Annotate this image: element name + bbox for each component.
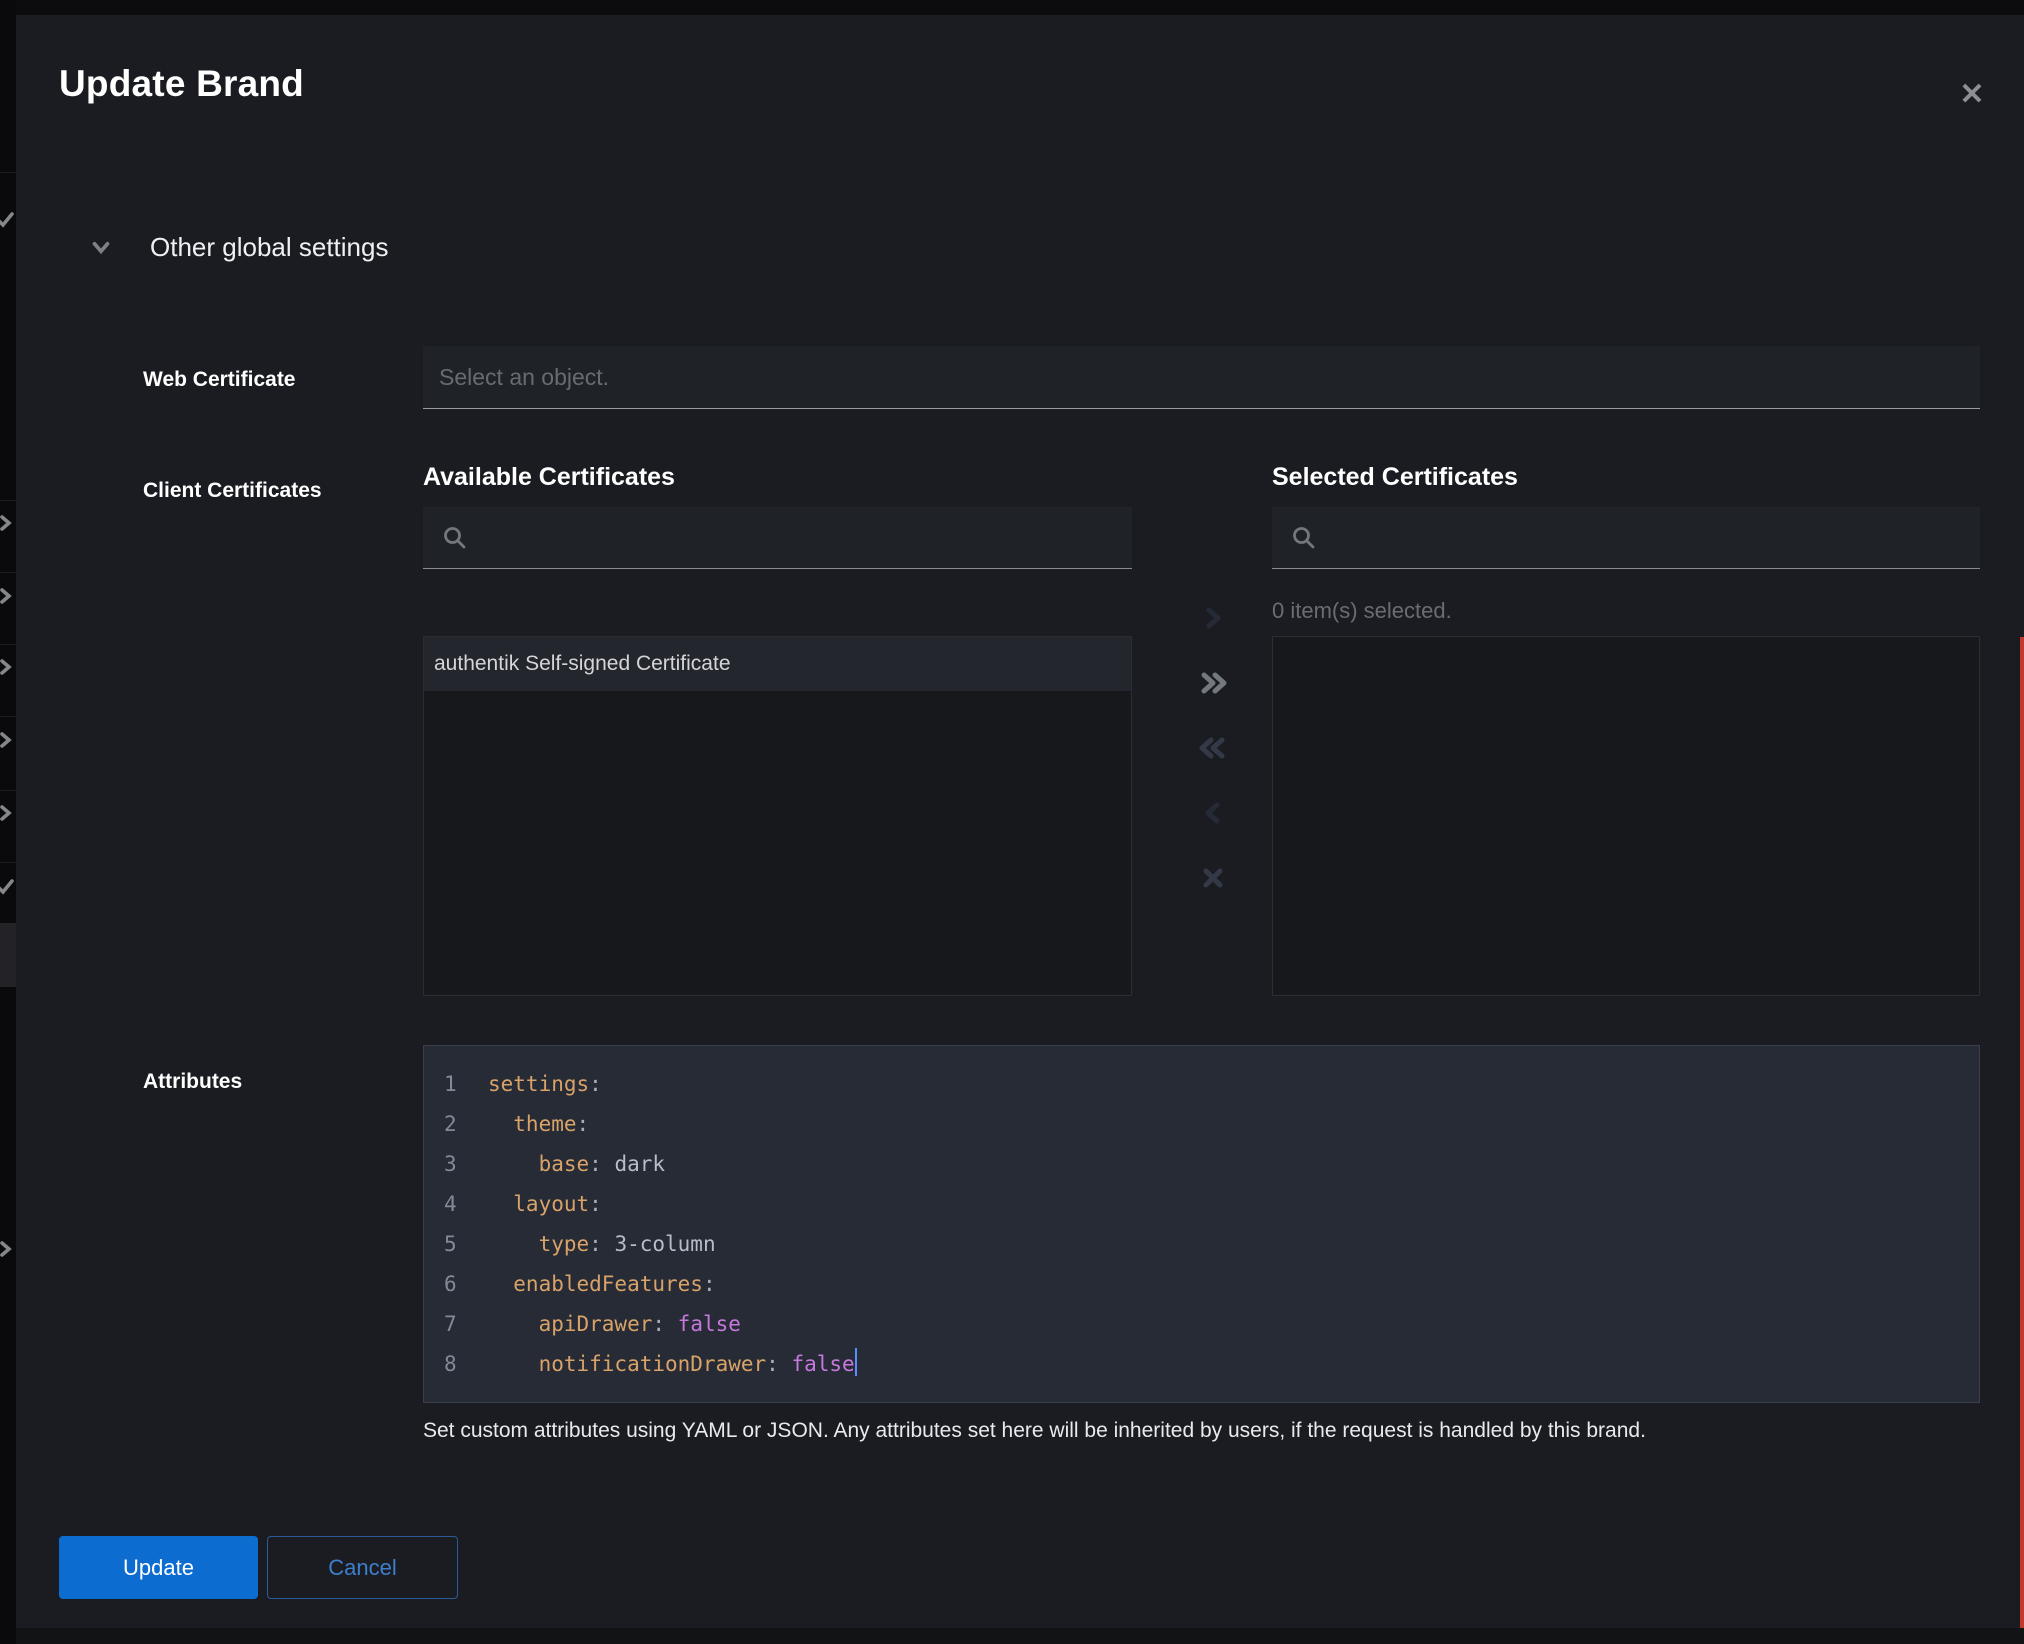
available-search-input[interactable] [480,524,1132,552]
section-other-global-settings[interactable]: Other global settings [88,227,388,267]
available-certificates-search[interactable] [423,507,1132,569]
attributes-code-editor[interactable]: 1settings:2 theme:3 base: dark4 layout:5… [423,1045,1980,1403]
code-line: 8 notificationDrawer: false [424,1344,1979,1384]
cancel-button[interactable]: Cancel [267,1536,458,1599]
chevron-right-icon [0,801,17,825]
section-label: Other global settings [150,232,388,263]
code-line: 5 type: 3-column [424,1224,1979,1264]
text-cursor [855,1348,857,1376]
remove-selected-button[interactable] [1183,780,1243,845]
code-line: 1settings: [424,1064,1979,1104]
modal-footer-shade [16,1628,2024,1644]
search-icon [441,524,468,551]
add-selected-button[interactable] [1183,585,1243,650]
selected-certificates-list[interactable] [1272,636,1980,996]
add-all-button[interactable] [1183,650,1243,715]
selected-certificates-search[interactable] [1272,507,1980,569]
client-certificates-label: Client Certificates [143,479,322,503]
chevron-down-icon [88,234,114,260]
page-title: Update Brand [59,63,304,105]
list-item-certificate[interactable]: authentik Self-signed Certificate [424,637,1131,691]
web-certificate-label: Web Certificate [143,368,296,392]
check-icon [0,874,17,898]
attributes-help-text: Set custom attributes using YAML or JSON… [423,1419,1943,1443]
available-certificates-heading: Available Certificates [423,463,675,492]
background-active-row [0,923,16,987]
code-line: 6 enabledFeatures: [424,1264,1979,1304]
selected-certificates-heading: Selected Certificates [1272,463,1518,492]
code-line: 3 base: dark [424,1144,1979,1184]
clear-selection-button[interactable] [1183,845,1243,910]
selected-search-input[interactable] [1329,524,1980,552]
close-icon[interactable]: ✕ [1950,73,1994,117]
chevron-right-icon [0,1237,17,1261]
chevron-right-icon [0,728,17,752]
chevron-right-icon [0,655,17,679]
code-line: 4 layout: [424,1184,1979,1224]
dual-list-controls [1171,585,1255,910]
update-brand-modal: Update Brand ✕ Other global settings Web… [16,15,2024,1644]
available-certificates-list[interactable]: authentik Self-signed Certificate [423,636,1132,996]
web-certificate-input[interactable] [423,346,1980,409]
search-icon [1290,524,1317,551]
update-button[interactable]: Update [59,1536,258,1599]
background-sidebar-sliver [0,0,16,1644]
attributes-label: Attributes [143,1070,242,1094]
code-line: 7 apiDrawer: false [424,1304,1979,1344]
check-icon [0,207,17,231]
code-line: 2 theme: [424,1104,1979,1144]
chevron-right-icon [0,511,17,535]
background-red-edge [2020,637,2024,1628]
chevron-right-icon [0,584,17,608]
remove-all-button[interactable] [1183,715,1243,780]
selected-count-status: 0 item(s) selected. [1272,598,1452,624]
